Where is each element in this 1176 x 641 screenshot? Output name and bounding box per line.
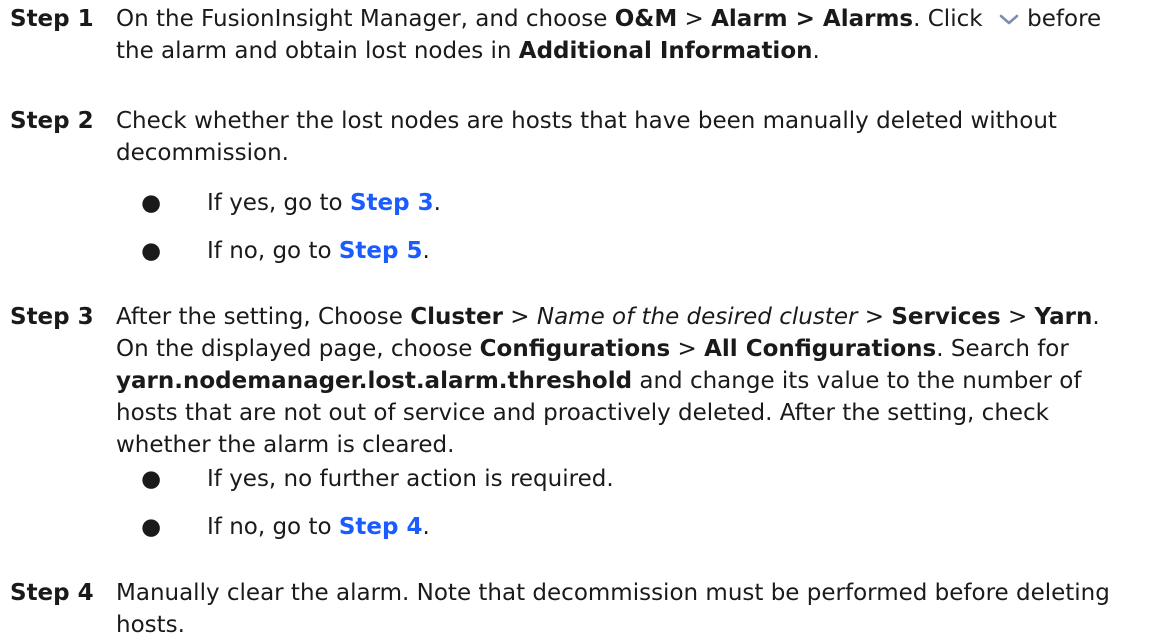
text-run: If no, go to xyxy=(207,238,339,264)
menu-yarn: Yarn xyxy=(1034,304,1093,330)
bullet-icon: ● xyxy=(141,238,162,264)
bullet-text: If no, go to Step 4. xyxy=(207,511,430,543)
text-run: . xyxy=(422,514,430,540)
bullet-text: If yes, no further action is required. xyxy=(207,463,614,495)
step-1-text: On the FusionInsight Manager, and choose… xyxy=(116,3,1136,67)
step-label: Step 3 xyxy=(10,304,94,330)
bullet-text: If no, go to Step 5. xyxy=(207,235,430,267)
menu-services: Services xyxy=(891,304,1001,330)
menu-configurations: Configurations xyxy=(479,336,671,362)
document-page: Step 1 On the FusionInsight Manager, and… xyxy=(0,0,1176,638)
text-run: > xyxy=(1000,304,1035,330)
step-label: Step 2 xyxy=(10,108,94,134)
menu-all-configurations: All Configurations xyxy=(704,336,937,362)
text-run: If yes, go to xyxy=(207,190,350,216)
text-run: > xyxy=(857,304,892,330)
step-label: Step 4 xyxy=(10,580,94,606)
text-run: . Search for xyxy=(936,336,1069,362)
text-run: If no, go to xyxy=(207,514,339,540)
step-5-link[interactable]: Step 5 xyxy=(339,238,423,264)
additional-information-label: Additional Information xyxy=(518,38,813,64)
text-run: > xyxy=(670,336,705,362)
menu-path-om: O&M xyxy=(614,6,678,32)
text-run: > xyxy=(502,304,537,330)
cluster-name-placeholder: Name of the desired cluster xyxy=(536,304,858,330)
text-run: . xyxy=(433,190,441,216)
bullet-icon: ● xyxy=(141,190,162,216)
step-4-link[interactable]: Step 4 xyxy=(339,514,423,540)
step-4-text: Manually clear the alarm. Note that deco… xyxy=(116,577,1136,641)
parameter-name: yarn.nodemanager.lost.alarm.threshold xyxy=(116,368,633,394)
text-run: . Click xyxy=(913,6,990,32)
text-run: On the FusionInsight Manager, and choose xyxy=(116,6,615,32)
step-2-text: Check whether the lost nodes are hosts t… xyxy=(116,105,1136,169)
text-run: Check whether the lost nodes are hosts t… xyxy=(116,108,1057,166)
text-run: If yes, no further action is required. xyxy=(207,466,614,492)
menu-cluster: Cluster xyxy=(410,304,503,330)
bullet-text: If yes, go to Step 3. xyxy=(207,187,441,219)
step-label: Step 1 xyxy=(10,6,94,32)
text-run: After the setting, Choose xyxy=(116,304,411,330)
text-run: Manually clear the alarm. Note that deco… xyxy=(116,580,1110,638)
bullet-icon: ● xyxy=(141,514,162,540)
step-3-text: After the setting, Choose Cluster > Name… xyxy=(116,301,1136,461)
text-run: > xyxy=(677,6,712,32)
text-run: . xyxy=(422,238,430,264)
chevron-down-icon xyxy=(999,14,1019,24)
bullet-icon: ● xyxy=(141,466,162,492)
text-run: . xyxy=(812,38,820,64)
menu-path-alarms: Alarm > Alarms xyxy=(711,6,914,32)
step-3-link[interactable]: Step 3 xyxy=(350,190,434,216)
